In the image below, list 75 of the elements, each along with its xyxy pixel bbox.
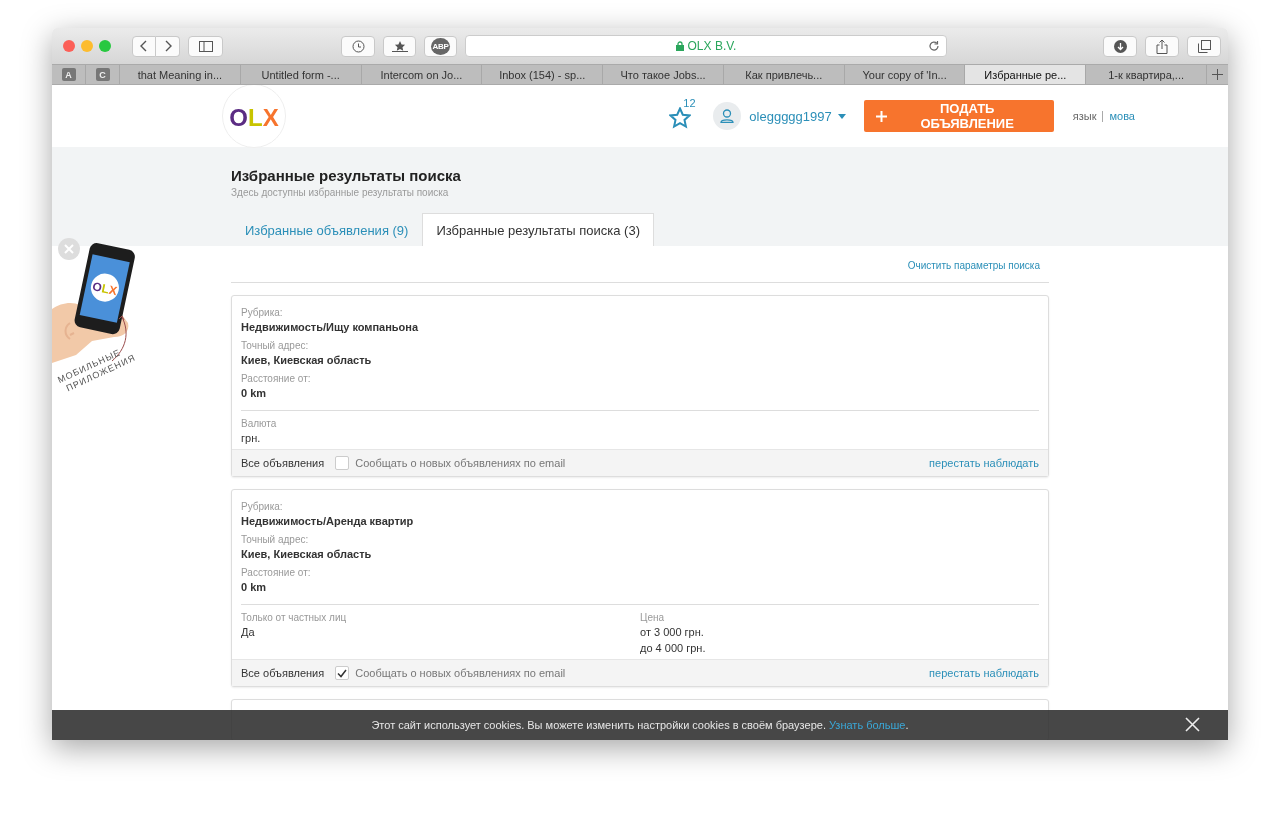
forward-button[interactable] — [156, 35, 180, 57]
new-tab-icon[interactable] — [1212, 69, 1224, 80]
stop-watching-link[interactable]: перестать наблюдать — [929, 667, 1039, 679]
stop-watching-link[interactable]: перестать наблюдать — [929, 457, 1039, 469]
favorites-count: 12 — [683, 97, 696, 109]
reload-icon[interactable] — [928, 40, 940, 52]
field-value: Да — [241, 625, 256, 640]
browser-tab[interactable]: Untitled form -... — [240, 65, 362, 84]
field-label: Цена — [640, 611, 666, 624]
tabs-icon — [1197, 39, 1211, 53]
field-label: Рубрика: — [241, 306, 284, 319]
browser-tab[interactable]: Избранные ре... — [965, 65, 1087, 84]
language-link[interactable]: мова — [1109, 110, 1135, 122]
sidebar-button[interactable] — [188, 35, 223, 57]
field-value: от 3 000 грн. — [640, 625, 705, 640]
field-value: Киев, Киевская область — [241, 353, 373, 368]
plus-icon — [875, 110, 887, 122]
user-menu[interactable]: oleggggg1997 — [749, 108, 846, 124]
field-label: Точный адрес: — [241, 339, 310, 352]
sidebar-icon — [198, 40, 213, 52]
bookmarks-button[interactable] — [383, 35, 416, 57]
share-icon — [1156, 38, 1168, 54]
pinned-tab[interactable]: C — [95, 68, 110, 81]
tabs-overview-button[interactable] — [1187, 35, 1221, 57]
field-value: Недвижимость/Аренда квартир — [241, 514, 415, 529]
browser-tab[interactable]: Что такое Jobs... — [603, 65, 724, 84]
field-value: Киев, Киевская область — [241, 547, 373, 562]
checkbox[interactable] — [335, 666, 350, 680]
browser-tab[interactable]: that Meaning in... — [120, 65, 241, 84]
share-button[interactable] — [1145, 35, 1179, 57]
field-value: 0 km — [241, 386, 268, 401]
checkbox-label[interactable]: Сообщать о новых объявлениях по email — [355, 667, 566, 679]
field-label: Расстояние от: — [241, 372, 312, 385]
checkbox[interactable] — [335, 456, 350, 470]
field-value: грн. — [241, 431, 262, 446]
field-value: до 4 000 грн. — [640, 641, 707, 656]
clear-search-link[interactable]: Очистить параметры поиска — [907, 260, 1040, 271]
browser-tab[interactable]: Как привлечь... — [723, 65, 845, 84]
avatar-icon[interactable] — [713, 102, 742, 130]
history-button[interactable] — [341, 35, 375, 57]
all-ads-link[interactable]: Все объявления — [241, 667, 325, 679]
all-ads-link[interactable]: Все объявления — [241, 457, 325, 469]
favorites-tab[interactable]: Избранные результаты поиска (3) — [422, 213, 654, 246]
download-icon — [1113, 39, 1127, 53]
clock-icon — [351, 39, 365, 53]
star-icon — [391, 40, 408, 52]
field-value: 0 km — [241, 580, 268, 595]
browser-tab[interactable]: Inbox (154) - sp... — [482, 65, 604, 84]
checkbox-label[interactable]: Сообщать о новых объявлениях по email — [355, 457, 566, 469]
field-label: Точный адрес: — [241, 533, 310, 546]
olx-logo[interactable]: OLX — [222, 85, 286, 148]
browser-tab[interactable]: 1-к квартира,... — [1086, 65, 1208, 84]
star-icon[interactable] — [669, 107, 692, 129]
language-link[interactable]: язык — [1072, 110, 1097, 122]
address-bar[interactable]: OLX B.V. — [465, 35, 947, 57]
field-label: Только от частных лиц — [241, 611, 348, 624]
close-icon[interactable] — [1185, 717, 1200, 732]
lock-icon — [675, 41, 684, 51]
chevron-right-icon — [163, 40, 172, 52]
favorites-tab[interactable]: Избранные объявления (9) — [231, 213, 423, 246]
browser-tab[interactable]: Intercom on Jo... — [361, 65, 483, 84]
cookie-notice: Этот сайт использует cookies. Вы можете изменить настройки cookies в своём браузере. Узнать больше. — [371, 719, 909, 731]
pinned-tab[interactable]: A — [61, 68, 76, 81]
field-value: Недвижимость/Ищу компаньона — [241, 320, 420, 335]
back-button[interactable] — [132, 35, 156, 57]
field-label: Расстояние от: — [241, 566, 312, 579]
field-label: Рубрика: — [241, 500, 284, 513]
adblock-button[interactable]: ABP — [424, 35, 457, 57]
caret-icon — [837, 113, 846, 119]
close-window-button[interactable] — [63, 40, 75, 52]
download-button[interactable] — [1103, 35, 1137, 57]
page-title: Избранные результаты поиска — [231, 166, 462, 185]
chevron-left-icon — [140, 40, 148, 52]
page-subtitle: Здесь доступны избранные результаты поиска — [231, 187, 450, 198]
field-label: Валюта — [241, 417, 278, 430]
